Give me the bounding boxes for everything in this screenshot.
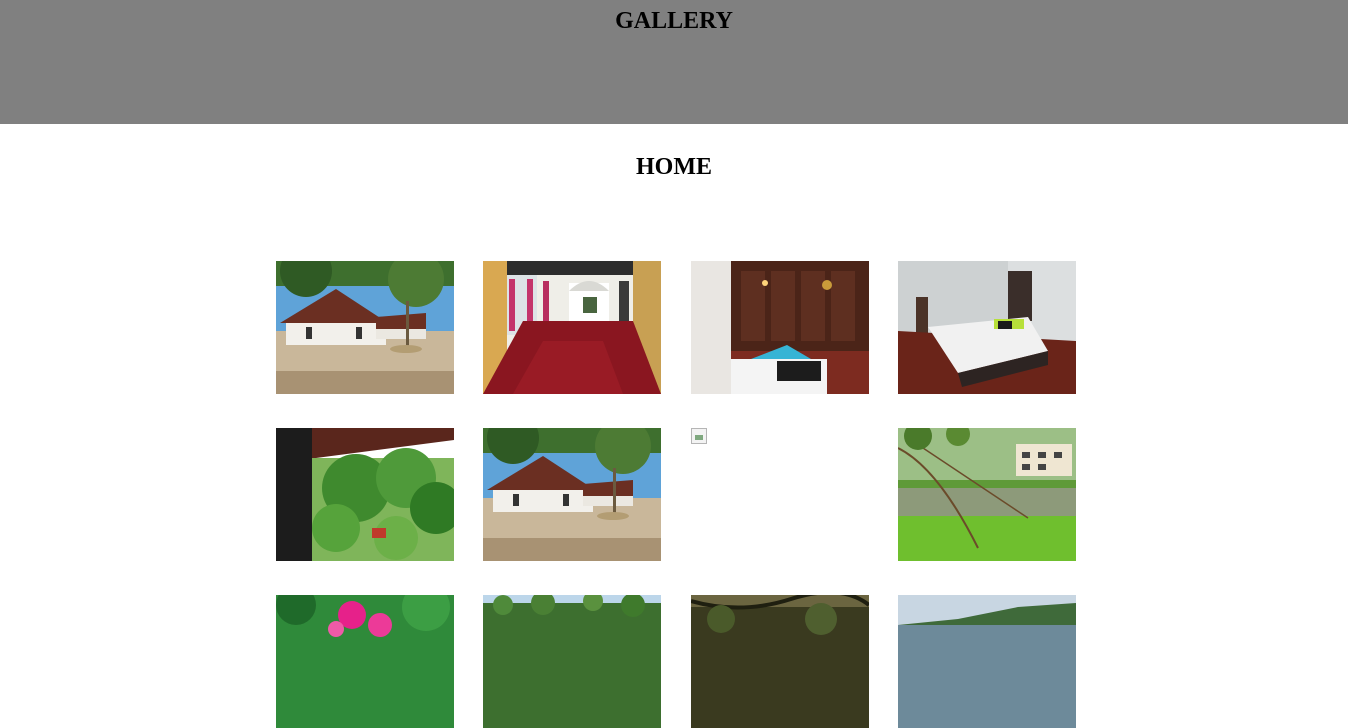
header-banner: GALLERY bbox=[0, 0, 1348, 124]
page-title: GALLERY bbox=[615, 8, 733, 34]
gallery-photo-pond-lawn[interactable] bbox=[898, 428, 1076, 561]
broken-image-icon bbox=[691, 428, 707, 444]
gallery-photo-palm-trees[interactable] bbox=[483, 595, 661, 728]
gallery-photo-house-exterior-2[interactable] bbox=[483, 428, 661, 561]
gallery-photo-bedroom-wood[interactable] bbox=[691, 261, 869, 394]
gallery-photo-lake-view[interactable] bbox=[898, 595, 1076, 728]
gallery-photo-bedroom-white[interactable] bbox=[898, 261, 1076, 394]
home-link[interactable]: HOME bbox=[0, 154, 1348, 180]
gallery-photo-broken[interactable] bbox=[691, 428, 869, 561]
gallery-photo-pink-flowers[interactable] bbox=[276, 595, 454, 728]
gallery-photo-garden-veranda[interactable] bbox=[276, 428, 454, 561]
gallery-photo-house-exterior[interactable] bbox=[276, 261, 454, 394]
gallery-photo-hallway[interactable] bbox=[483, 261, 661, 394]
gallery-photo-tree-canopy[interactable] bbox=[691, 595, 869, 728]
